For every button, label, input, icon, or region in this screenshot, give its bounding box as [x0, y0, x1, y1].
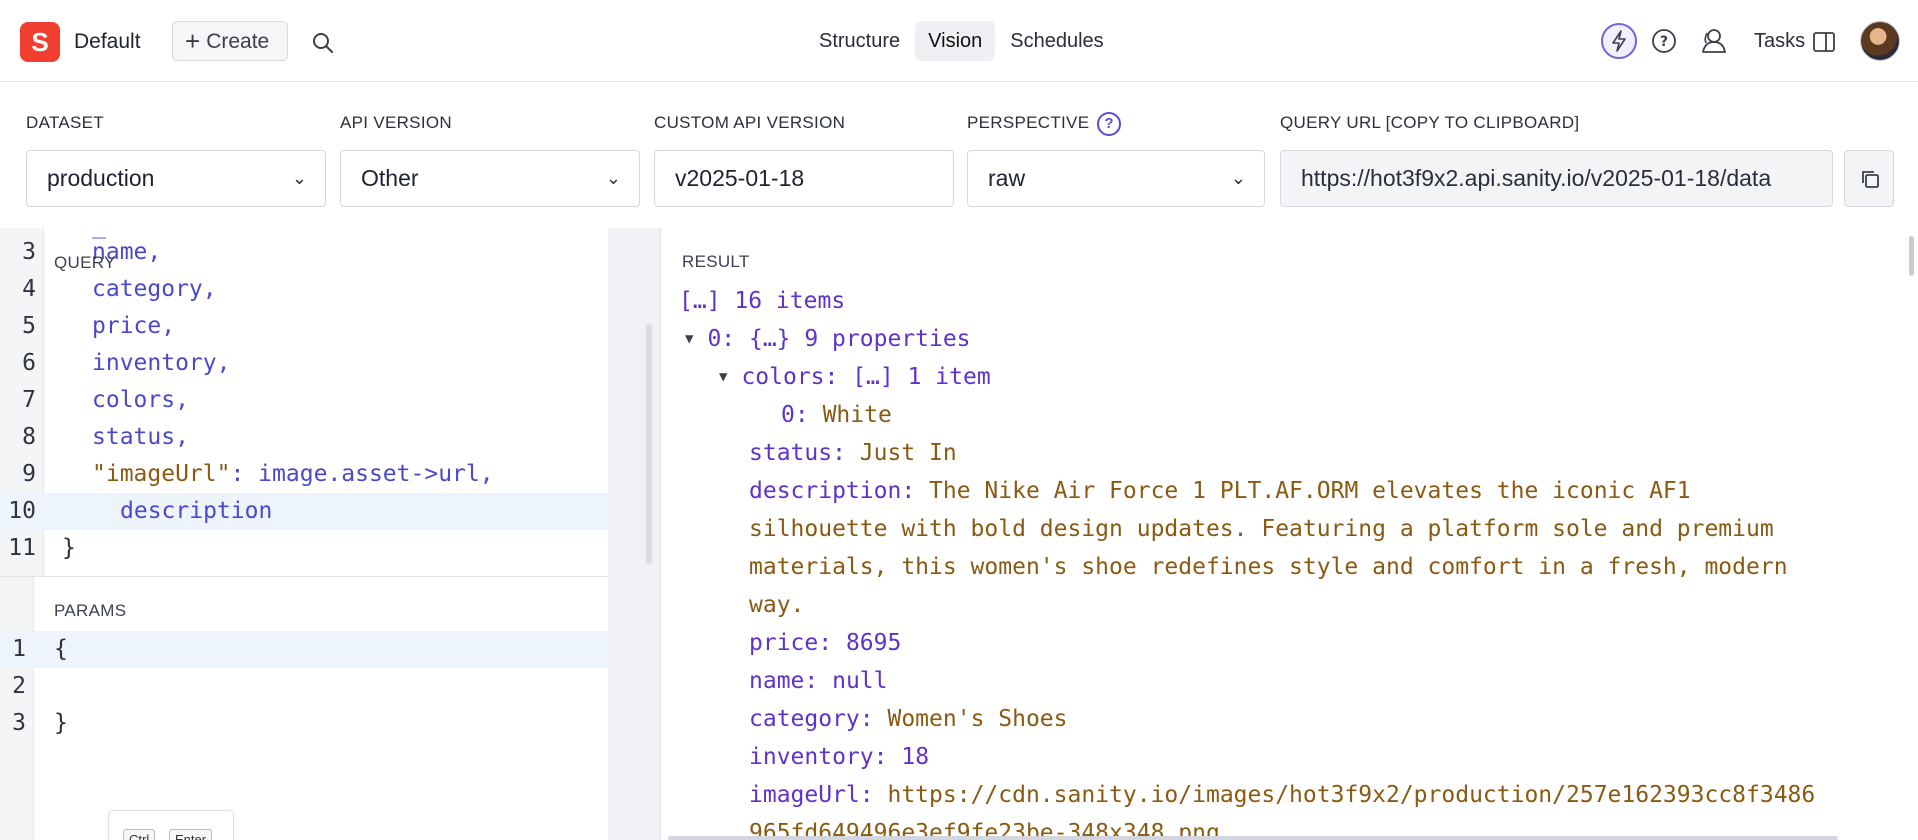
- code-line-active: 1{: [0, 631, 628, 668]
- help-icon[interactable]: ?: [1646, 23, 1682, 59]
- run-query-shortcut-hint[interactable]: Ctrl Enter: [108, 810, 234, 840]
- result-vertical-scrollbar[interactable]: [1909, 236, 1914, 276]
- result-summary[interactable]: […] 16 items: [679, 282, 1909, 320]
- tab-vision[interactable]: Vision: [915, 21, 996, 61]
- code-line-active: 10 description: [0, 493, 608, 530]
- pane-resizer[interactable]: [608, 228, 660, 840]
- result-description-cont: way.: [749, 592, 805, 618]
- triangle-down-icon: ▼: [685, 331, 694, 347]
- perspective-select[interactable]: raw ⌄: [967, 150, 1265, 207]
- tab-schedules[interactable]: Schedules: [997, 21, 1116, 61]
- dataset-select[interactable]: production ⌄: [26, 150, 326, 207]
- chevron-down-icon: ⌄: [605, 168, 621, 188]
- code-line: 7 colors,: [22, 387, 189, 413]
- copy-url-button[interactable]: [1844, 150, 1894, 207]
- result-description-cont: materials, this women's shoe redefines s…: [749, 554, 1788, 580]
- query-url-field[interactable]: https://hot3f9x2.api.sanity.io/v2025-01-…: [1280, 150, 1833, 207]
- create-button-label: Create: [206, 30, 270, 53]
- presence-icon[interactable]: [1694, 23, 1732, 59]
- perspective-help-icon[interactable]: ?: [1097, 112, 1121, 136]
- code-line: 11}: [8, 535, 76, 561]
- query-editor[interactable]: _ 3name, QUERY 4category, 5price, 6inven…: [0, 228, 608, 576]
- result-colors-0: 0: White: [781, 402, 892, 428]
- resize-handle[interactable]: [646, 324, 652, 564]
- result-imageurl[interactable]: imageUrl: https://cdn.sanity.io/images/h…: [749, 776, 1918, 814]
- api-version-select[interactable]: Other ⌄: [340, 150, 640, 207]
- result-inventory: inventory: 18: [749, 744, 930, 770]
- result-description-cont: silhouette with bold design updates. Fea…: [749, 516, 1774, 542]
- plus-icon: +: [185, 26, 201, 56]
- sanity-logo[interactable]: S: [20, 22, 60, 62]
- api-version-label: API VERSION: [340, 113, 452, 132]
- perspective-label: PERSPECTIVE: [967, 113, 1090, 132]
- tab-structure[interactable]: Structure: [806, 21, 913, 61]
- dataset-label: DATASET: [26, 113, 104, 132]
- workspace-name[interactable]: Default: [74, 30, 141, 54]
- custom-api-version-label: CUSTOM API VERSION: [654, 113, 846, 132]
- code-line: 4 category,: [22, 276, 217, 302]
- query-url-label: QUERY URL [COPY TO CLIPBOARD]: [1280, 113, 1580, 132]
- result-category: category: Women's Shoes: [749, 706, 1068, 732]
- triangle-down-icon: ▼: [719, 369, 728, 385]
- result-label: RESULT: [682, 252, 750, 271]
- params-editor[interactable]: PARAMS 1{ 2 3}: [0, 576, 628, 840]
- chevron-down-icon: ⌄: [1230, 168, 1246, 188]
- code-line: 3}: [12, 710, 68, 736]
- sidebar-toggle-icon[interactable]: [1812, 30, 1836, 54]
- perspective-value: raw: [988, 165, 1026, 191]
- top-navbar: S Default + Create Structure Vision Schedul…: [0, 0, 1918, 82]
- code-line: 5 price,: [22, 313, 176, 339]
- kbd-enter: Enter: [169, 829, 213, 840]
- result-name: name: null: [749, 668, 888, 694]
- dataset-value: production: [47, 165, 155, 191]
- tool-tabs: Structure Vision Schedules: [806, 21, 1119, 61]
- svg-text:?: ?: [1660, 34, 1668, 50]
- code-line: 2: [12, 673, 26, 699]
- result-colors[interactable]: ▼ colors: […] 1 item: [719, 358, 1918, 396]
- code-line: 6 inventory,: [22, 350, 231, 376]
- custom-api-version-input[interactable]: v2025-01-18: [654, 150, 954, 207]
- custom-api-version-value: v2025-01-18: [675, 165, 805, 191]
- api-version-value: Other: [361, 165, 419, 191]
- result-price: price: 8695: [749, 630, 902, 656]
- params-label: PARAMS: [54, 601, 127, 620]
- result-status: status: Just In: [749, 440, 957, 466]
- result-item-0[interactable]: ▼ 0: {…} 9 properties: [685, 320, 1915, 358]
- copy-icon: [1862, 171, 1879, 188]
- chevron-down-icon: ⌄: [291, 168, 307, 188]
- code-line: 8 status,: [22, 424, 189, 450]
- create-button[interactable]: + Create: [172, 21, 288, 61]
- result-description: description: The Nike Air Force 1 PLT.AF…: [749, 478, 1691, 504]
- user-avatar[interactable]: [1860, 21, 1900, 61]
- code-line: 9 "imageUrl": image.asset->url,: [22, 461, 494, 487]
- result-pane: RESULT […] 16 items ▼ 0: {…} 9 properties…: [660, 228, 1918, 840]
- tasks-button[interactable]: Tasks: [1754, 30, 1805, 53]
- search-icon[interactable]: [310, 30, 336, 56]
- result-horizontal-scrollbar[interactable]: [668, 836, 1838, 840]
- bolt-icon[interactable]: [1600, 22, 1638, 60]
- kbd-ctrl: Ctrl: [123, 829, 156, 840]
- query-label: QUERY: [54, 253, 116, 272]
